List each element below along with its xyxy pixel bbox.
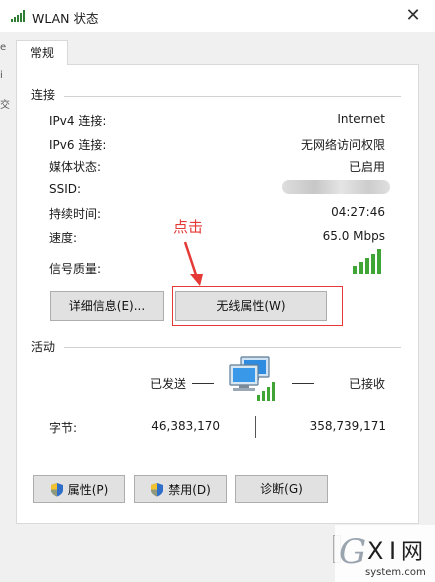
bytes-divider: [255, 416, 256, 438]
sent-line: [192, 383, 214, 384]
signal-bars-icon: [353, 249, 381, 274]
properties-button[interactable]: 属性(P): [33, 475, 125, 503]
duration-value: 04:27:46: [331, 205, 385, 219]
click-annotation-text: 点击: [173, 218, 204, 236]
properties-button-label: 属性(P): [67, 482, 109, 497]
background-text: e: [0, 42, 7, 53]
group-divider: [64, 347, 401, 348]
bytes-sent-value: 46,383,170: [151, 419, 220, 433]
speed-label: 速度:: [49, 231, 78, 245]
window-title: WLAN 状态: [32, 11, 99, 26]
diagnose-button[interactable]: 诊断(G): [235, 475, 328, 503]
ipv6-label: IPv6 连接:: [49, 138, 107, 152]
activity-group-title: 活动: [31, 340, 56, 354]
ipv6-value: 无网络访问权限: [300, 138, 385, 152]
connection-group-title: 连接: [31, 88, 56, 102]
svg-text:X: X: [367, 537, 383, 565]
background-text: i: [0, 70, 3, 81]
received-label: 已接收: [349, 377, 386, 391]
bytes-label: 字节:: [49, 421, 78, 435]
background-text: 交: [0, 100, 10, 111]
received-line: [292, 383, 314, 384]
ipv4-label: IPv4 连接:: [49, 114, 107, 128]
ssid-label: SSID:: [49, 182, 82, 196]
svg-text:G: G: [339, 532, 366, 572]
close-button[interactable]: ✕: [398, 2, 428, 30]
sent-label: 已发送: [150, 377, 187, 391]
ipv4-value: Internet: [337, 112, 385, 126]
svg-text:I: I: [389, 537, 396, 565]
bytes-received-value: 358,739,171: [309, 419, 386, 433]
media-state-label: 媒体状态:: [49, 160, 102, 174]
signal-quality-label: 信号质量:: [49, 262, 102, 276]
disable-button-label: 禁用(D): [168, 482, 211, 497]
annotation-highlight-box: [172, 286, 343, 326]
duration-label: 持续时间:: [49, 207, 102, 221]
media-state-value: 已启用: [348, 160, 385, 174]
tab-general[interactable]: 常规: [16, 40, 68, 65]
speed-value: 65.0 Mbps: [322, 229, 385, 243]
uac-shield-icon: [151, 482, 164, 496]
group-divider: [64, 96, 401, 97]
site-watermark-logo: G X I 网 system.com: [335, 525, 435, 582]
uac-shield-icon: [50, 482, 63, 496]
disable-button[interactable]: 禁用(D): [134, 475, 227, 503]
ssid-value-blurred: [282, 180, 390, 194]
network-computers-icon: [229, 356, 275, 401]
svg-text:system.com: system.com: [365, 567, 426, 578]
details-button[interactable]: 详细信息(E)...: [50, 291, 164, 321]
svg-text:网: 网: [401, 540, 423, 565]
wifi-signal-icon: [11, 10, 25, 22]
annotation-arrow-icon: [183, 241, 203, 286]
